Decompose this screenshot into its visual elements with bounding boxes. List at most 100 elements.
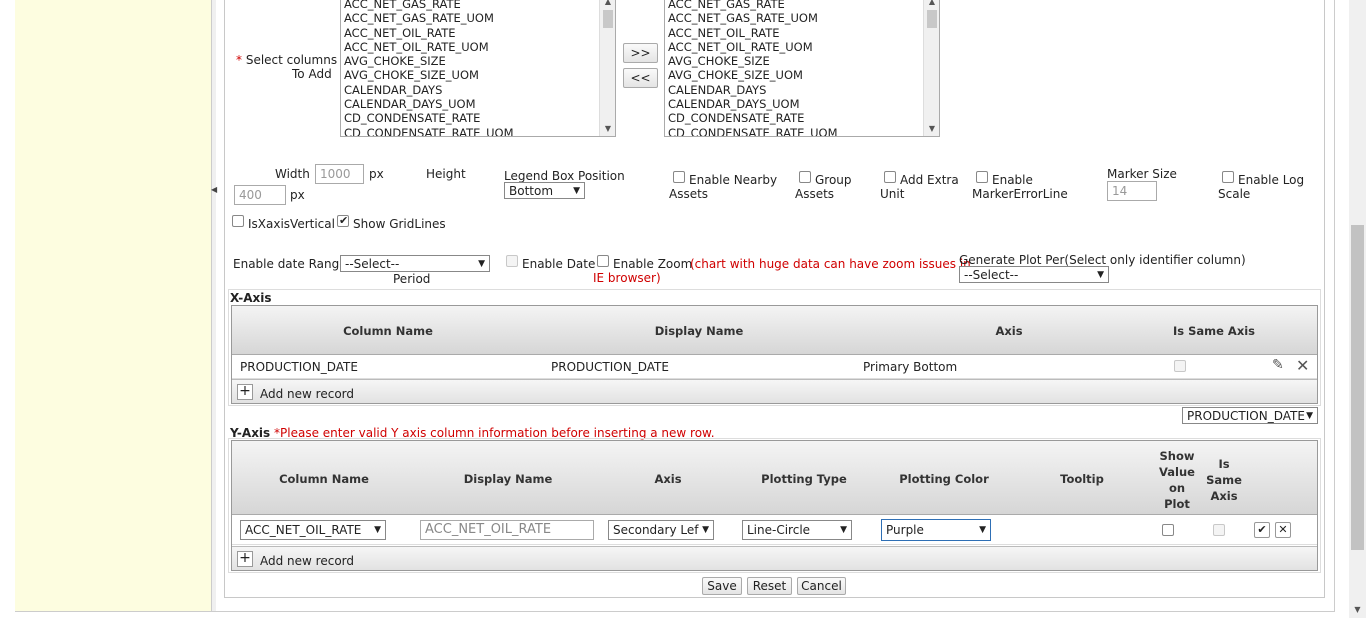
list-scrollbar[interactable]: ▲ ▼ — [923, 0, 939, 136]
list-scrollbar[interactable]: ▲ ▼ — [599, 0, 615, 136]
save-button[interactable]: Save — [702, 577, 742, 595]
marker-size-input[interactable]: 14 — [1107, 181, 1157, 201]
y-row-plot-type-value: Line-Circle — [747, 523, 811, 537]
x-row-same-axis-checkbox[interactable] — [1174, 360, 1186, 372]
list-item[interactable]: ACC_NET_OIL_RATE — [341, 26, 615, 40]
date-range-select[interactable]: --Select-- ▼ — [340, 255, 490, 272]
marker-error-label-1: Enable — [992, 173, 1033, 187]
group-assets-checkbox[interactable] — [799, 171, 811, 183]
y-col-header-axis: Axis — [654, 472, 682, 486]
y-row-display-input[interactable]: ACC_NET_OIL_RATE — [420, 520, 594, 540]
plot-per-select[interactable]: --Select-- ▼ — [959, 266, 1109, 283]
x-add-record-link[interactable]: Add new record — [260, 387, 354, 401]
chevron-down-icon: ▼ — [478, 259, 485, 269]
list-item[interactable]: ACC_NET_OIL_RATE_UOM — [665, 40, 939, 54]
chevron-down-icon: ▼ — [374, 525, 381, 535]
collapse-arrow-icon[interactable]: ◀ — [211, 183, 217, 197]
x-col-header-axis: Axis — [995, 324, 1023, 338]
enable-nearby-assets-checkbox[interactable] — [673, 171, 685, 183]
list-item[interactable]: CD_CONDENSATE_RATE — [341, 111, 615, 125]
add-columns-button[interactable]: >> — [623, 43, 658, 63]
list-item[interactable]: CALENDAR_DAYS_UOM — [665, 97, 939, 111]
add-extra-unit-checkbox[interactable] — [884, 171, 896, 183]
x-row-display-name: PRODUCTION_DATE — [551, 360, 669, 374]
list-item[interactable]: ACC_NET_OIL_RATE_UOM — [341, 40, 615, 54]
list-item[interactable]: CD_CONDENSATE_RATE — [665, 111, 939, 125]
check-icon[interactable]: ✔ — [1254, 522, 1270, 538]
list-item[interactable]: CALENDAR_DAYS — [341, 83, 615, 97]
y-add-record-link[interactable]: Add new record — [260, 554, 354, 568]
show-gridlines-label: Show GridLines — [353, 217, 446, 231]
list-item[interactable]: ACC_NET_GAS_RATE_UOM — [341, 11, 615, 25]
marker-error-line-checkbox[interactable] — [976, 171, 988, 183]
y-row-axis-select[interactable]: Secondary Lef ▼ — [608, 520, 714, 540]
selected-columns-list[interactable]: ACC_NET_GAS_RATE ACC_NET_GAS_RATE_UOM ACC_… — [664, 0, 940, 137]
pencil-icon[interactable]: ✎ — [1272, 357, 1284, 373]
legend-position-select[interactable]: Bottom ▼ — [504, 182, 585, 199]
add-extra-label-1: Add Extra — [900, 173, 959, 187]
enable-log-scale-checkbox[interactable] — [1222, 171, 1234, 183]
chevron-down-icon: ▼ — [573, 186, 580, 196]
scroll-up-icon[interactable]: ▲ — [924, 0, 939, 9]
y-row-plot-color-select[interactable]: Purple ▼ — [881, 519, 991, 541]
list-item[interactable]: CALENDAR_DAYS — [665, 83, 939, 97]
scroll-thumb[interactable] — [603, 10, 613, 28]
plus-icon[interactable]: + — [237, 551, 253, 567]
list-item[interactable]: ACC_NET_GAS_RATE — [341, 0, 615, 11]
enable-zoom-checkbox[interactable] — [597, 255, 609, 267]
width-input[interactable]: 1000 — [315, 164, 364, 184]
y-row-plot-color-value: Purple — [886, 523, 924, 537]
list-item[interactable]: AVG_CHOKE_SIZE — [665, 54, 939, 68]
y-row-show-value-checkbox[interactable] — [1162, 524, 1174, 536]
height-input[interactable]: 400 — [234, 185, 286, 205]
close-icon[interactable]: ✕ — [1275, 522, 1291, 538]
list-item[interactable]: CALENDAR_DAYS_UOM — [341, 97, 615, 111]
list-item[interactable]: ACC_NET_GAS_RATE_UOM — [665, 11, 939, 25]
scroll-up-icon[interactable]: ▲ — [600, 0, 615, 9]
chevron-down-icon: ▼ — [1097, 270, 1104, 280]
isxaxis-vertical-checkbox[interactable] — [232, 215, 244, 227]
scroll-down-icon[interactable]: ▼ — [1349, 605, 1366, 614]
table-row[interactable]: ACC_NET_OIL_RATE ▼ ACC_NET_OIL_RATE Secon… — [232, 515, 1317, 545]
add-extra-label-2: Unit — [880, 187, 905, 201]
y-row-same-axis-checkbox[interactable] — [1213, 524, 1225, 536]
y-row-plot-type-select[interactable]: Line-Circle ▼ — [742, 520, 852, 540]
width-label: Width — [275, 167, 310, 181]
x-col-header-same-axis: Is Same Axis — [1172, 324, 1256, 338]
close-icon[interactable]: ✕ — [1296, 356, 1309, 375]
show-value-line4: Plot — [1164, 497, 1190, 511]
page-scroll-thumb[interactable] — [1351, 225, 1364, 550]
available-columns-list[interactable]: ACC_NET_GAS_RATE ACC_NET_GAS_RATE_UOM ACC_… — [340, 0, 616, 137]
zoom-warning-line2: IE browser) — [593, 271, 661, 285]
date-range-value: --Select-- — [345, 257, 400, 271]
y-row-column-select[interactable]: ACC_NET_OIL_RATE ▼ — [240, 520, 386, 540]
show-value-line3: on — [1168, 481, 1186, 495]
y-axis-grid: Column Name Display Name Axis Plotting T… — [231, 440, 1318, 571]
cancel-button[interactable]: Cancel — [797, 577, 846, 595]
plus-icon[interactable]: + — [237, 384, 253, 400]
scroll-down-icon[interactable]: ▼ — [924, 124, 939, 136]
list-item[interactable]: CD_CONDENSATE_RATE_UOM — [665, 126, 939, 136]
show-gridlines-checkbox[interactable] — [337, 214, 349, 227]
select-columns-label-line2: To Add — [292, 67, 332, 81]
scroll-thumb[interactable] — [927, 10, 937, 28]
y-row-axis-value: Secondary Lef — [613, 523, 699, 537]
list-item[interactable]: ACC_NET_OIL_RATE — [665, 26, 939, 40]
list-item[interactable]: AVG_CHOKE_SIZE_UOM — [341, 68, 615, 82]
list-item[interactable]: AVG_CHOKE_SIZE_UOM — [665, 68, 939, 82]
remove-columns-button[interactable]: << — [623, 68, 658, 88]
available-columns-items: ACC_NET_GAS_RATE ACC_NET_GAS_RATE_UOM ACC_… — [341, 0, 615, 136]
list-item[interactable]: ACC_NET_GAS_RATE — [665, 0, 939, 11]
enable-date-checkbox[interactable] — [506, 255, 518, 267]
page-scrollbar[interactable]: ▼ — [1349, 0, 1366, 618]
list-item[interactable]: AVG_CHOKE_SIZE — [341, 54, 615, 68]
list-item[interactable]: CD_CONDENSATE_RATE_UOM — [341, 126, 615, 136]
scroll-down-icon[interactable]: ▼ — [600, 124, 615, 136]
log-scale-label-1: Enable Log — [1238, 173, 1305, 187]
x-column-select[interactable]: PRODUCTION_DATE ▼ — [1182, 407, 1318, 424]
reset-button[interactable]: Reset — [747, 577, 792, 595]
x-axis-grid: Column Name Display Name Axis Is Same Ax… — [231, 305, 1318, 404]
y-col-header-plot-type: Plotting Type — [761, 472, 847, 486]
table-row[interactable]: PRODUCTION_DATE PRODUCTION_DATE Primary … — [232, 355, 1317, 379]
panel-splitter[interactable] — [211, 0, 216, 612]
